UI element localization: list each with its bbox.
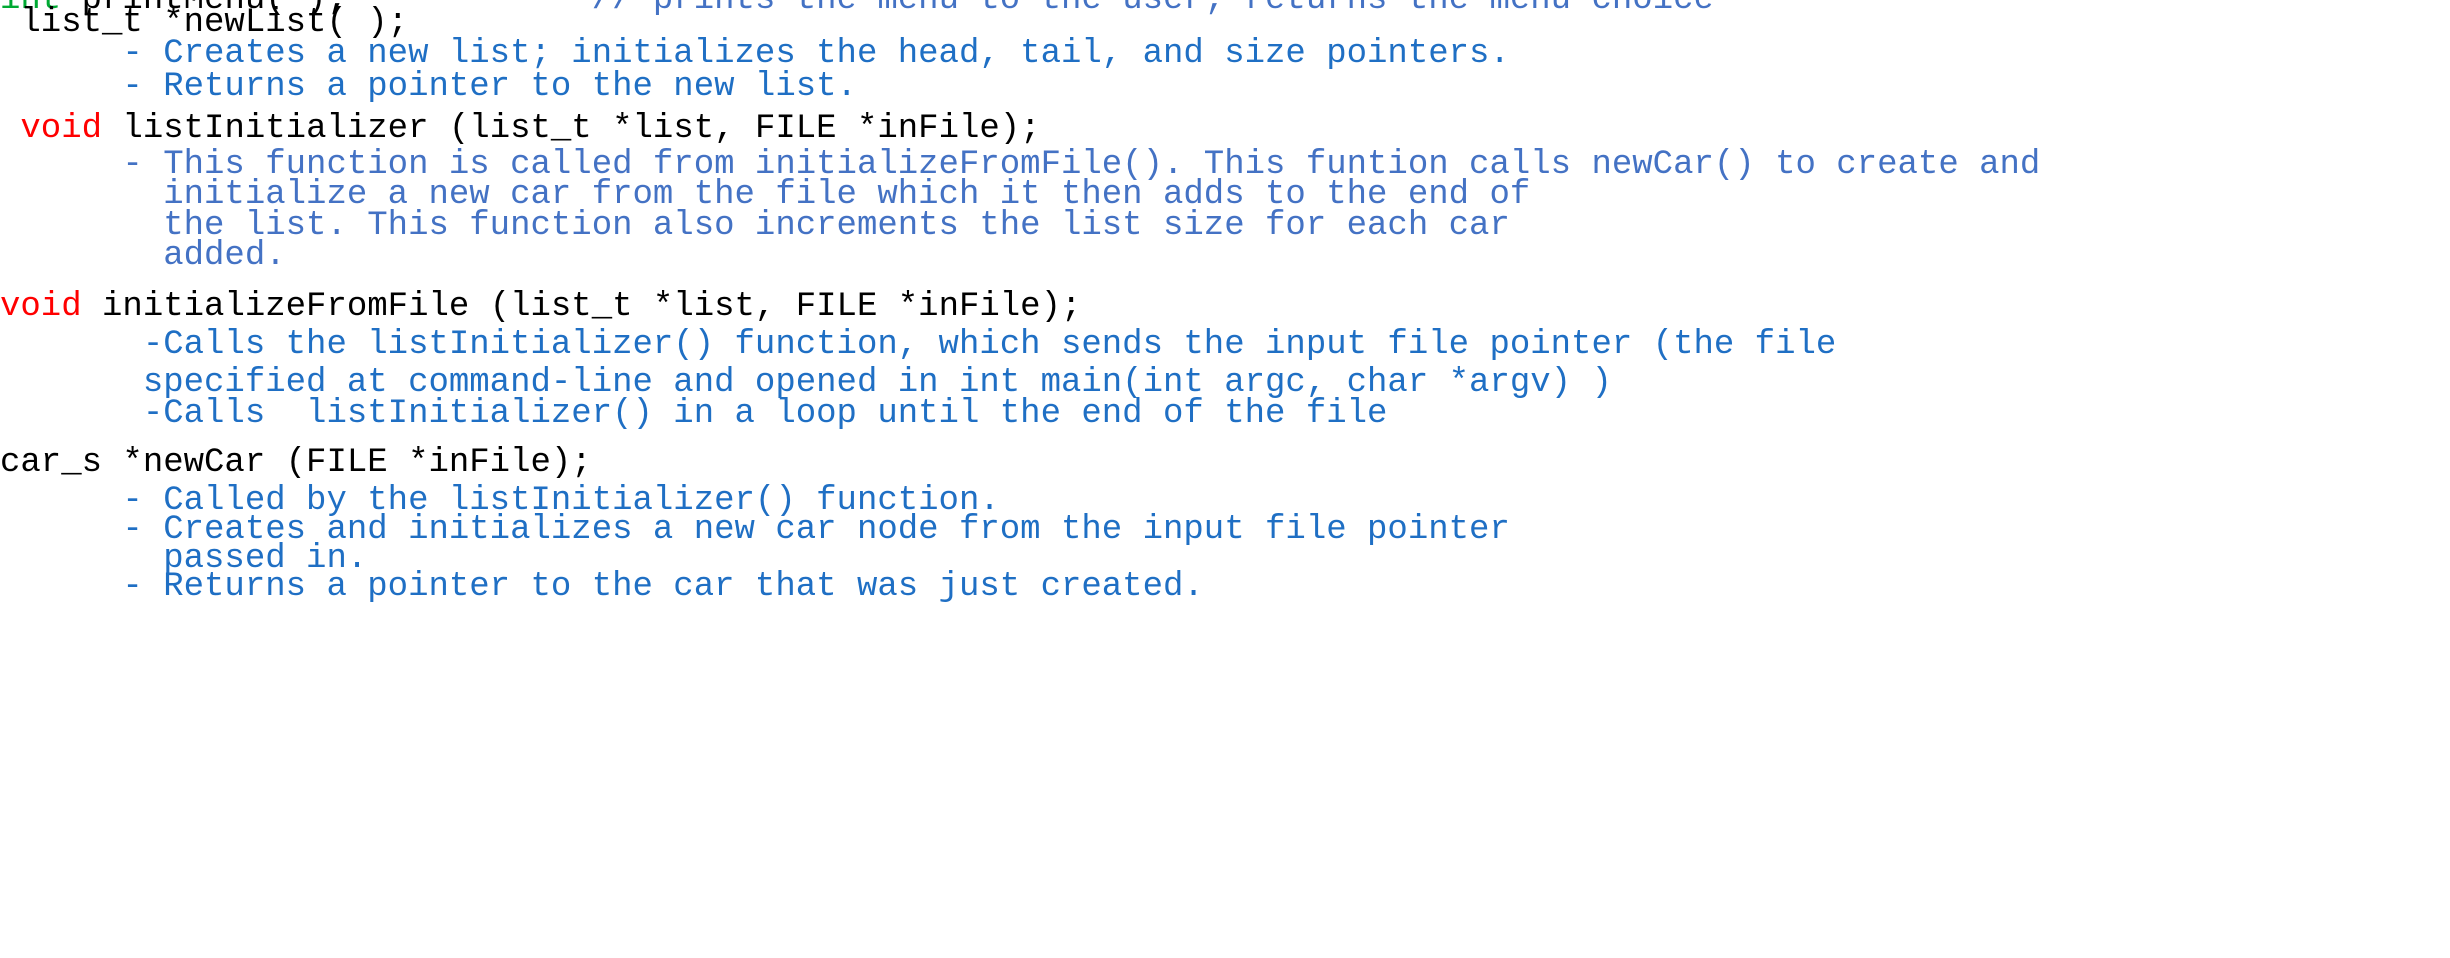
newlist-description-1: - Creates a new list; initializes the he… bbox=[0, 35, 1510, 73]
prototype-initializefromfile: void initializeFromFile (list_t *list, F… bbox=[0, 290, 1081, 324]
signature-initializefromfile: initializeFromFile (list_t *list, FILE *… bbox=[81, 288, 1082, 326]
prototype-listinitializer: void listInitializer (list_t *list, FILE… bbox=[0, 110, 1041, 148]
newcar-description-4: - Returns a pointer to the car that was … bbox=[0, 568, 1204, 606]
newlist-description-2: - Returns a pointer to the new list. bbox=[0, 68, 857, 106]
listinitializer-description-4: added. bbox=[0, 237, 286, 275]
prototype-newcar: car_s *newCar (FILE *inFile); bbox=[0, 444, 592, 482]
document-body: int printMenu( ); // prints the menu to … bbox=[0, 0, 2450, 958]
initializefromfile-description-1: -Calls the listInitializer() function, w… bbox=[0, 326, 1837, 364]
signature-listinitializer: listInitializer (list_t *list, FILE *inF… bbox=[102, 110, 1041, 148]
keyword-void: void bbox=[0, 110, 103, 148]
keyword-void: void bbox=[0, 288, 82, 326]
initializefromfile-description-3: -Calls listInitializer() in a loop until… bbox=[0, 395, 1388, 433]
comment-printmenu: // prints the menu to the user; returns … bbox=[591, 0, 1714, 19]
